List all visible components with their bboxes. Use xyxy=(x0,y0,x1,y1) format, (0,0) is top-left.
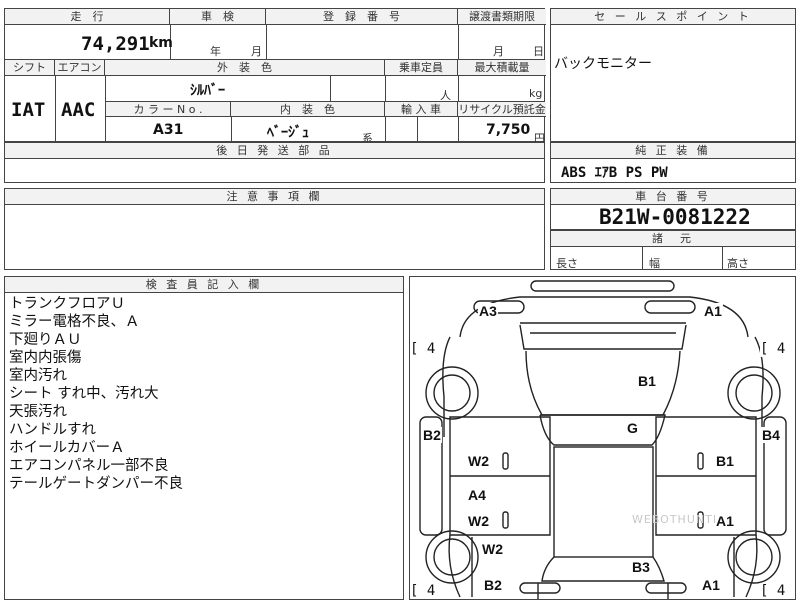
chassis-header: 車 台 番 号 xyxy=(551,189,795,205)
registration-header: 登 録 番 号 xyxy=(266,9,458,25)
inspector-notes-header: 検 査 員 記 入 欄 xyxy=(5,277,403,293)
damage-mark-a3: A3 xyxy=(478,303,498,319)
dim-length-label: 長さ xyxy=(556,257,578,270)
tire-rear-left-grade: [ 4 xyxy=(410,583,436,599)
inspector-notes-list: トランクフロアＵ ミラー電格不良、Ａ 下廻りＡＵ 室内内張傷 室内汚れ シート … xyxy=(9,295,183,493)
color-no-value: A31 xyxy=(153,122,184,138)
note-item: ミラー電格不良、Ａ xyxy=(9,314,140,330)
damage-mark-b4-right: B4 xyxy=(761,427,781,443)
transfer-deadline-header: 譲渡書類期限 xyxy=(458,9,546,25)
color-no-header: カ ラ ー N o . xyxy=(106,102,231,117)
note-item: 室内内張傷 xyxy=(9,350,82,366)
car-outline xyxy=(419,280,787,599)
damage-mark-b2-left: B2 xyxy=(422,427,442,443)
note-item: シート すれ中、汚れ大 xyxy=(9,386,159,402)
tire-front-right-grade: [ 4 xyxy=(760,341,786,357)
damage-mark-w2-rear-door: W2 xyxy=(467,513,490,529)
caution-header: 注 意 事 項 欄 xyxy=(5,189,544,205)
inspection-year-unit: 年 xyxy=(210,45,221,58)
standard-equipment-value: ABS ｴｱB PS PW xyxy=(561,165,668,181)
interior-color-value: ﾍﾞｰｼﾞｭ xyxy=(267,125,309,141)
recycle-amount: 7,750 xyxy=(486,122,531,138)
standard-equipment-header: 純 正 装 備 xyxy=(551,143,795,159)
damage-mark-w2-front-door: W2 xyxy=(467,453,490,469)
capacity-header: 乗車定員 xyxy=(385,60,458,76)
damage-diagram: WEBOTHUNTER [ 4 [ 4 [ 4 [ 4 A3 A1 B1 G B… xyxy=(409,276,796,600)
exterior-color-header: 外 装 色 xyxy=(105,60,385,76)
tire-rear-right-grade: [ 4 xyxy=(760,583,786,599)
ac-value: AAC xyxy=(61,99,96,121)
shift-value: IAT xyxy=(11,99,46,121)
sales-point-header: セ ー ル ス ポ イ ン ト xyxy=(551,9,795,25)
damage-mark-a1-bottom: A1 xyxy=(701,577,721,593)
load-unit: kg xyxy=(529,87,543,100)
interior-color-header: 内 装 色 xyxy=(231,102,385,117)
chassis-box: 車 台 番 号 B21W-0081222 xyxy=(550,188,796,230)
vehicle-info-table: 走 行 車 検 登 録 番 号 譲渡書類期限 74,291 km 年 月 月 日… xyxy=(4,8,546,145)
damage-mark-g-roof: G xyxy=(626,420,639,436)
dim-width-label: 幅 xyxy=(649,257,660,270)
damage-mark-a4-rear-door: A4 xyxy=(467,487,487,503)
chassis-value: B21W-0081222 xyxy=(599,205,751,229)
mileage-value: 74,291 xyxy=(81,33,150,55)
later-parts-box: 後 日 発 送 部 品 xyxy=(4,142,545,183)
inspection-month-unit: 月 xyxy=(251,45,262,58)
dimensions-header: 諸 元 xyxy=(551,231,795,247)
damage-mark-b1-hood: B1 xyxy=(637,373,657,389)
dimensions-box: 諸 元 長さ 幅 高さ xyxy=(550,230,796,270)
transfer-month-unit: 月 xyxy=(493,45,504,58)
note-item: エアコンパネル一部不良 xyxy=(9,458,169,474)
note-item: ホイールカバーＡ xyxy=(9,440,125,456)
max-load-header: 最大積載量 xyxy=(458,60,546,76)
dim-height-label: 高さ xyxy=(727,257,749,270)
damage-mark-b3-trunk: B3 xyxy=(631,559,651,575)
ac-header: エアコン xyxy=(55,60,105,76)
note-item: 室内汚れ xyxy=(9,368,67,384)
note-item: ハンドルすれ xyxy=(9,422,96,438)
damage-mark-a1-rear-door: A1 xyxy=(715,513,735,529)
tire-front-left-grade: [ 4 xyxy=(410,341,436,357)
note-item: テールゲートダンパー不良 xyxy=(9,476,183,492)
damage-mark-a1-top: A1 xyxy=(703,303,723,319)
caution-box: 注 意 事 項 欄 xyxy=(4,188,545,270)
sales-point-value: バックモニター xyxy=(554,56,652,72)
note-item: 天張汚れ xyxy=(9,404,67,420)
import-header: 輸 入 車 xyxy=(385,102,458,117)
damage-mark-b1-front-door: B1 xyxy=(715,453,735,469)
inspection-header: 車 検 xyxy=(170,9,266,25)
transfer-day-unit: 日 xyxy=(533,45,544,58)
recycle-header: リサイクル預託金 xyxy=(458,102,546,117)
note-item: トランクフロアＵ xyxy=(9,296,125,312)
note-item: 下廻りＡＵ xyxy=(9,332,82,348)
damage-mark-w2-rear-fender: W2 xyxy=(481,541,504,557)
later-parts-header: 後 日 発 送 部 品 xyxy=(5,143,544,159)
mileage-unit: km xyxy=(149,35,173,51)
sales-point-box: セ ー ル ス ポ イ ン ト バックモニター xyxy=(550,8,796,142)
standard-equipment-box: 純 正 装 備 ABS ｴｱB PS PW xyxy=(550,142,796,183)
exterior-color-value: ｼﾙﾊﾞｰ xyxy=(190,83,225,99)
inspector-notes-box: 検 査 員 記 入 欄 トランクフロアＵ ミラー電格不良、Ａ 下廻りＡＵ 室内内… xyxy=(4,276,404,600)
damage-mark-b2-bottom: B2 xyxy=(483,577,503,593)
mileage-header: 走 行 xyxy=(5,9,170,25)
shift-header: シフト xyxy=(5,60,55,76)
